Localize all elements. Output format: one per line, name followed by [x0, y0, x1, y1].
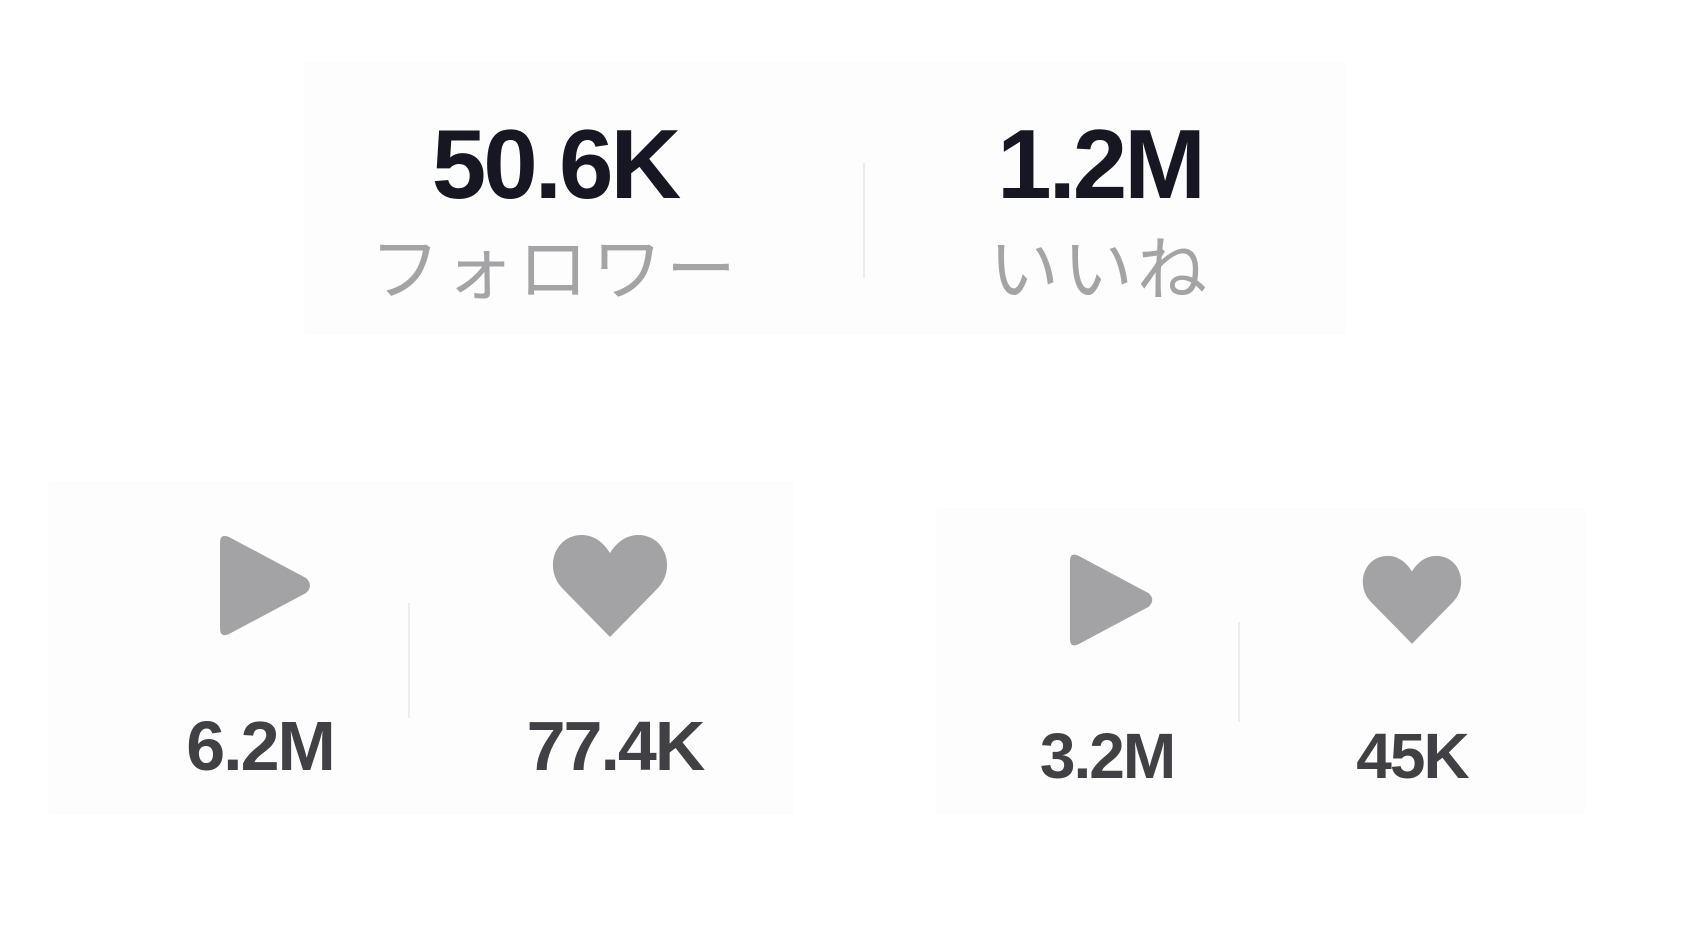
plays-metric: 6.2M [110, 483, 410, 813]
plays-metric: 3.2M [977, 510, 1237, 812]
likes-metric: 45K [1267, 510, 1557, 812]
likes-metric: 77.4K [450, 483, 780, 813]
plays-count: 6.2M [186, 707, 336, 785]
likes-count: 77.4K [526, 707, 706, 785]
heart-icon [1362, 555, 1462, 644]
likes-label: いいね [989, 229, 1211, 311]
stats-divider [863, 163, 865, 278]
play-icon [220, 535, 310, 636]
page: 50.6K フォロワー 1.2M いいね 6.2M 77.4K 3.2M 45K [0, 0, 1690, 932]
plays-count: 3.2M [1039, 720, 1176, 792]
metrics-divider [408, 603, 410, 718]
video-metrics-card: 3.2M 45K [937, 510, 1585, 812]
profile-stats: 50.6K フォロワー 1.2M いいね [305, 63, 1345, 333]
metrics-divider [1238, 622, 1240, 722]
followers-stat[interactable]: 50.6K フォロワー [365, 63, 745, 333]
followers-count: 50.6K [431, 109, 682, 219]
play-icon [1069, 554, 1153, 646]
likes-count: 1.2M [997, 109, 1206, 219]
heart-icon [552, 535, 668, 637]
video-metrics-card: 6.2M 77.4K [50, 483, 792, 813]
likes-count: 45K [1356, 720, 1469, 792]
followers-label: フォロワー [370, 229, 740, 311]
likes-stat[interactable]: 1.2M いいね [935, 63, 1265, 333]
